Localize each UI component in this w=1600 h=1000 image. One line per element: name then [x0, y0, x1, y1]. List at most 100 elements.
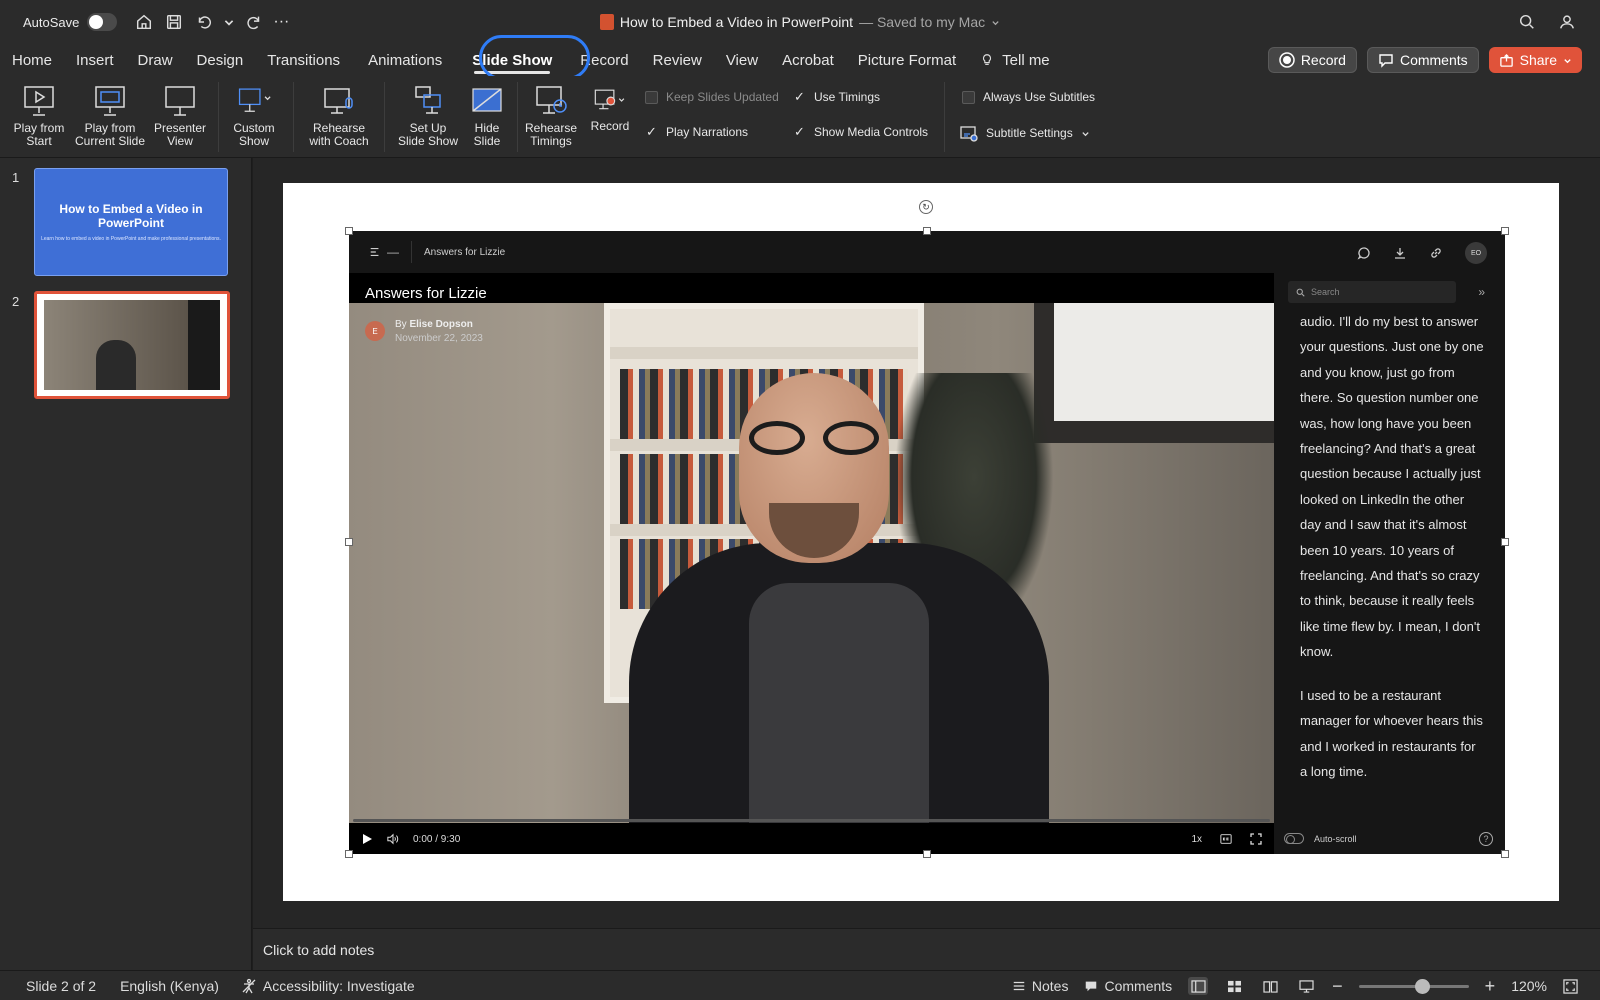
zoom-slider-thumb[interactable]	[1414, 978, 1430, 994]
subtitle-settings-label: Subtitle Settings	[986, 126, 1073, 140]
resize-handle-left[interactable]	[345, 538, 353, 546]
video-frame[interactable]: E By Elise Dopson November 22, 2023	[349, 303, 1274, 823]
tab-animations[interactable]: Animations	[356, 44, 454, 76]
video-progress-bar[interactable]	[353, 819, 1270, 822]
comments-toggle-button[interactable]: Comments	[1084, 978, 1172, 994]
notes-toggle-button[interactable]: Notes	[1012, 978, 1068, 994]
share-button[interactable]: Share	[1488, 47, 1582, 73]
notes-pane[interactable]: Click to add notes	[253, 928, 1600, 970]
notes-placeholder: Click to add notes	[263, 941, 375, 958]
reading-view-button[interactable]	[1260, 977, 1280, 995]
tab-tell-me[interactable]: Tell me	[968, 44, 1062, 76]
fullscreen-icon[interactable]	[1250, 833, 1262, 845]
ribbon-separator	[218, 82, 219, 152]
slide2-thumb-video	[44, 300, 220, 390]
resize-handle-bottom-left[interactable]	[345, 850, 353, 858]
subtitle-settings-icon	[960, 126, 978, 142]
subtitle-settings-button[interactable]: Subtitle Settings	[960, 124, 1090, 142]
player-menu-button[interactable]: —	[369, 245, 399, 259]
comments-button[interactable]: Comments	[1366, 47, 1479, 73]
link-icon[interactable]	[1429, 246, 1443, 260]
play-from-start-button[interactable]: Play from Start	[10, 76, 68, 148]
rotate-handle-icon[interactable]: ↻	[919, 200, 933, 214]
slide-show-ribbon: Play from Start Play from Current Slide Pr…	[0, 76, 1600, 158]
show-media-controls-checkbox[interactable]: ✓ Show Media Controls	[793, 124, 928, 139]
playback-speed[interactable]: 1x	[1191, 834, 1202, 845]
share-chevron-down-icon[interactable]	[1563, 56, 1572, 65]
tab-review[interactable]: Review	[641, 44, 714, 76]
keep-slides-updated-checkbox[interactable]: Keep Slides Updated	[645, 90, 779, 104]
save-icon[interactable]	[163, 11, 185, 33]
tab-acrobat[interactable]: Acrobat	[770, 44, 846, 76]
undo-dropdown-chevron-icon[interactable]	[223, 11, 235, 33]
account-icon[interactable]	[1556, 11, 1578, 33]
resize-handle-top-left[interactable]	[345, 227, 353, 235]
auto-scroll-toggle[interactable]: Auto-scroll	[1284, 833, 1357, 844]
tab-draw[interactable]: Draw	[126, 44, 185, 76]
zoom-out-icon[interactable]: −	[1332, 976, 1343, 997]
autosave-toggle[interactable]	[87, 13, 118, 31]
resize-handle-bottom[interactable]	[923, 850, 931, 858]
tab-transitions[interactable]: Transitions	[255, 44, 352, 76]
download-icon[interactable]	[1393, 246, 1407, 260]
rehearse-with-coach-button[interactable]: Rehearse with Coach	[300, 76, 378, 148]
play-from-start-icon	[24, 86, 54, 116]
accessibility-status[interactable]: Accessibility: Investigate	[241, 978, 415, 994]
window-illustration	[1034, 303, 1274, 443]
title-chevron-down-icon[interactable]	[991, 18, 1000, 27]
zoom-slider[interactable]	[1358, 978, 1469, 994]
tab-insert[interactable]: Insert	[64, 44, 126, 76]
rehearse-timings-icon	[536, 86, 567, 114]
slide-thumbnail-1[interactable]: How to Embed a Video in PowerPoint Learn…	[34, 168, 228, 276]
home-icon[interactable]	[133, 11, 155, 33]
custom-show-button[interactable]: Custom Show	[224, 76, 284, 148]
comment-icon[interactable]	[1357, 246, 1371, 260]
slide-number-2: 2	[12, 294, 20, 309]
record-slide-show-button[interactable]: Record	[582, 76, 638, 133]
use-timings-checkbox[interactable]: ✓ Use Timings	[793, 89, 880, 104]
video-app-name: Answers for Lizzie	[424, 246, 506, 258]
set-up-slide-show-button[interactable]: Set Up Slide Show	[390, 76, 466, 148]
slide-sorter-view-button[interactable]	[1224, 977, 1244, 995]
resize-handle-bottom-right[interactable]	[1501, 850, 1509, 858]
slide-thumbnail-2[interactable]	[34, 291, 230, 399]
set-up-label-1: Set Up	[409, 121, 447, 135]
search-icon[interactable]	[1516, 11, 1538, 33]
volume-icon[interactable]	[387, 833, 399, 845]
fit-to-window-icon[interactable]	[1563, 978, 1578, 994]
zoom-in-icon[interactable]: +	[1485, 976, 1496, 997]
transcript-search-input[interactable]: Search	[1288, 281, 1456, 303]
resize-handle-right[interactable]	[1501, 538, 1509, 546]
rehearse-timings-button[interactable]: Rehearse Timings	[522, 76, 580, 148]
undo-icon[interactable]	[193, 11, 215, 33]
play-narrations-checkbox[interactable]: ✓ Play Narrations	[645, 124, 748, 139]
embedded-video-object[interactable]: — Answers for Lizzie EO Answers for Lizz…	[349, 231, 1505, 854]
collapse-panel-icon[interactable]: »	[1478, 285, 1485, 299]
always-use-subtitles-checkbox[interactable]: Always Use Subtitles	[962, 90, 1095, 104]
user-avatar[interactable]: EO	[1465, 242, 1487, 264]
hide-slide-button[interactable]: Hide Slide	[462, 76, 512, 148]
more-commands-icon[interactable]: ···	[273, 13, 289, 31]
help-icon[interactable]: ?	[1479, 832, 1493, 846]
tab-picture-format[interactable]: Picture Format	[846, 44, 968, 76]
language-indicator[interactable]: English (Kenya)	[120, 978, 219, 994]
zoom-level[interactable]: 120%	[1511, 978, 1547, 994]
captions-icon[interactable]	[1220, 833, 1232, 845]
slide-show-view-button[interactable]	[1296, 977, 1316, 995]
resize-handle-top[interactable]	[923, 227, 931, 235]
slide2-thumb-person	[96, 340, 136, 390]
tab-home[interactable]: Home	[0, 44, 64, 76]
resize-handle-top-right[interactable]	[1501, 227, 1509, 235]
tab-view[interactable]: View	[714, 44, 770, 76]
play-from-current-button[interactable]: Play from Current Slide	[70, 76, 150, 148]
transcript-text: audio. I'll do my best to answer your qu…	[1300, 309, 1486, 784]
presenter-view-button[interactable]: Presenter View	[150, 76, 210, 148]
normal-view-button[interactable]	[1188, 977, 1209, 995]
slide-count: Slide 2 of 2	[26, 977, 97, 994]
custom-show-label-1: Custom	[233, 121, 275, 135]
record-button[interactable]: Record	[1267, 47, 1357, 73]
redo-icon[interactable]	[243, 11, 265, 33]
tab-design[interactable]: Design	[185, 44, 256, 76]
play-icon[interactable]	[361, 833, 373, 845]
quick-access-toolbar: AutoSave ···	[0, 0, 289, 44]
